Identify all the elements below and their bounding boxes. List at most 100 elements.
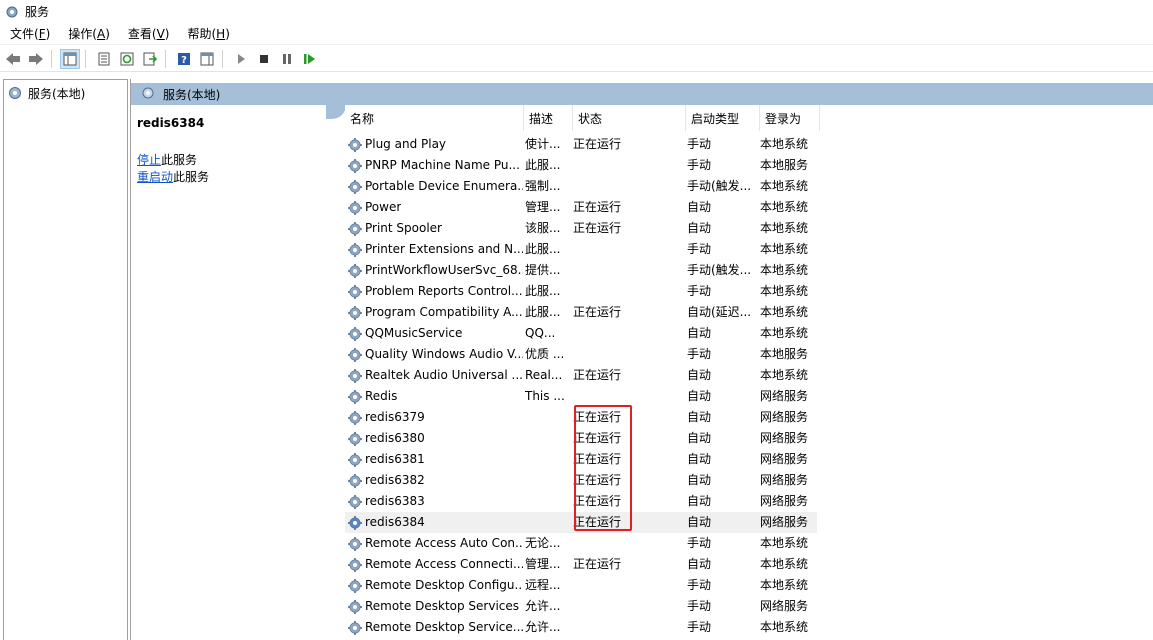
toolbar-separator (165, 49, 166, 68)
service-startup-type: 自动 (687, 431, 712, 445)
service-name-cell: Remote Access Auto Con... (345, 533, 523, 554)
pause-icon (283, 53, 291, 64)
service-startup-type: 自动 (687, 452, 712, 466)
service-gear-icon (348, 452, 362, 467)
menu-bar: 文件(F) 操作(A) 查看(V) 帮助(H) (0, 23, 1153, 45)
table-row[interactable]: Realtek Audio Universal ... Real... 正在运行 自动… (345, 365, 817, 386)
pause-service-button[interactable] (277, 49, 297, 69)
table-row[interactable]: Printer Extensions and N... 此服... 手动 本地系统 (345, 239, 817, 260)
service-logon-as: 本地系统 (760, 578, 809, 592)
service-startup-type: 手动 (687, 620, 712, 634)
service-name-cell: redis6382 (345, 470, 523, 491)
list-rows: Plug and Play 使计... 正在运行 手动 本地系统 PNRP Machin… (345, 134, 817, 638)
stop-service-action: 停止此服务 (137, 153, 198, 167)
table-row[interactable]: Quality Windows Audio V... 优质 ... 手动 本地服务 (345, 344, 817, 365)
service-startup-type: 手动 (687, 284, 712, 298)
service-gear-icon (348, 221, 362, 236)
back-button[interactable] (3, 49, 23, 69)
service-description: 无论... (525, 536, 561, 550)
table-row[interactable]: Print Spooler 该服... 正在运行 自动 本地系统 (345, 218, 817, 239)
column-header-description[interactable]: 描述 (524, 105, 573, 131)
service-logon-as: 本地系统 (760, 242, 809, 256)
service-startup-type: 手动 (687, 599, 712, 613)
menu-view[interactable]: 查看(V) (118, 23, 178, 45)
sort-ascending-icon: ^ (429, 105, 437, 110)
service-name: redis6383 (365, 494, 425, 508)
service-logon-as: 网络服务 (760, 515, 809, 529)
service-logon-as: 本地系统 (760, 305, 809, 319)
help-button[interactable]: ? (174, 49, 194, 69)
table-row[interactable]: Remote Access Auto Con... 无论... 手动 本地系统 (345, 533, 817, 554)
service-startup-type: 自动 (687, 221, 712, 235)
column-header-status[interactable]: 状态 (573, 105, 686, 131)
table-row[interactable]: Redis This ... 自动 网络服务 (345, 386, 817, 407)
restart-service-action: 重启动此服务 (137, 170, 210, 184)
menu-help[interactable]: 帮助(H) (177, 23, 237, 45)
start-service-button[interactable] (231, 49, 251, 69)
search-gear-icon (142, 87, 154, 99)
service-name: Print Spooler (365, 221, 442, 235)
window-title: 服务 (25, 5, 50, 19)
table-row[interactable]: Plug and Play 使计... 正在运行 手动 本地系统 (345, 134, 817, 155)
menu-action[interactable]: 操作(A) (58, 23, 118, 45)
column-header-startup-type[interactable]: 启动类型 (686, 105, 760, 131)
table-row[interactable]: Remote Desktop Service... 允许... 手动 本地系统 (345, 617, 817, 638)
toolbar-separator (85, 49, 86, 68)
service-status: 正在运行 (573, 137, 622, 151)
service-logon-as: 网络服务 (760, 494, 809, 508)
service-name-cell: redis6380 (345, 428, 523, 449)
service-gear-icon (348, 326, 362, 341)
table-row[interactable]: PNRP Machine Name Pu... 此服... 手动 本地服务 (345, 155, 817, 176)
restart-link[interactable]: 重启动 (137, 170, 173, 184)
table-row[interactable]: Remote Desktop Configu... 远程... 手动 本地系统 (345, 575, 817, 596)
forward-button[interactable] (26, 49, 46, 69)
service-name: Printer Extensions and N... (365, 242, 523, 256)
service-name-cell: PNRP Machine Name Pu... (345, 155, 523, 176)
export-list-button[interactable] (140, 49, 160, 69)
export-icon (143, 52, 157, 65)
table-row[interactable]: QQMusicService QQ... 自动 本地系统 (345, 323, 817, 344)
refresh-button[interactable] (117, 49, 137, 69)
table-row[interactable]: Portable Device Enumera... 强制... 手动(触发... 本… (345, 176, 817, 197)
service-gear-icon (348, 347, 362, 362)
pane-header: 服务(本地) (131, 83, 1153, 105)
service-logon-as: 本地系统 (760, 179, 809, 193)
service-name: Remote Access Auto Con... (365, 536, 523, 550)
table-row[interactable]: Program Compatibility A... 此服... 正在运行 自动(延迟… (345, 302, 817, 323)
service-name-cell: Remote Desktop Configu... (345, 575, 523, 596)
table-row[interactable]: PrintWorkflowUserSvc_68... 提供... 手动(触发... 本… (345, 260, 817, 281)
column-header-logon-as[interactable]: 登录为 (760, 105, 820, 131)
service-name-cell: redis6381 (345, 449, 523, 470)
table-row[interactable]: Remote Access Connecti... 管理... 正在运行 自动 本地系统 (345, 554, 817, 575)
show-action-pane-button[interactable] (197, 49, 217, 69)
service-logon-as: 本地系统 (760, 221, 809, 235)
service-name-cell: PrintWorkflowUserSvc_68... (345, 260, 523, 281)
service-description: 远程... (525, 578, 561, 592)
service-startup-type: 自动 (687, 410, 712, 424)
selected-service-name: redis6384 (137, 116, 205, 130)
stop-icon (260, 54, 268, 63)
table-row[interactable]: Problem Reports Control... 此服... 手动 本地系统 (345, 281, 817, 302)
services-list[interactable]: ^ 名称 描述 状态 启动类型 登录为 Plug and Play 使计... 正在… (345, 105, 1153, 640)
restart-service-button[interactable] (300, 49, 320, 69)
menu-file[interactable]: 文件(F) (0, 23, 58, 45)
properties-button[interactable] (94, 49, 114, 69)
service-status: 正在运行 (573, 200, 622, 214)
table-row[interactable]: Remote Desktop Services 允许... 手动 网络服务 (345, 596, 817, 617)
pane-header-title: 服务(本地) (163, 87, 221, 102)
tab-corner (326, 105, 346, 119)
service-gear-icon (348, 179, 362, 194)
column-header-name[interactable]: ^ 名称 (345, 105, 524, 131)
service-startup-type: 手动 (687, 578, 712, 592)
service-name: redis6381 (365, 452, 425, 466)
tree-item-services-local[interactable]: 服务(本地) (4, 82, 127, 104)
table-row[interactable]: Power 管理... 正在运行 自动 本地系统 (345, 197, 817, 218)
refresh-icon (120, 52, 134, 65)
service-description: 优质 ... (525, 347, 565, 361)
show-hide-console-tree-button[interactable] (60, 48, 80, 69)
stop-service-button[interactable] (254, 49, 274, 69)
service-logon-as: 网络服务 (760, 389, 809, 403)
service-logon-as: 本地系统 (760, 536, 809, 550)
svg-text:?: ? (181, 55, 187, 66)
stop-link[interactable]: 停止 (137, 153, 161, 167)
